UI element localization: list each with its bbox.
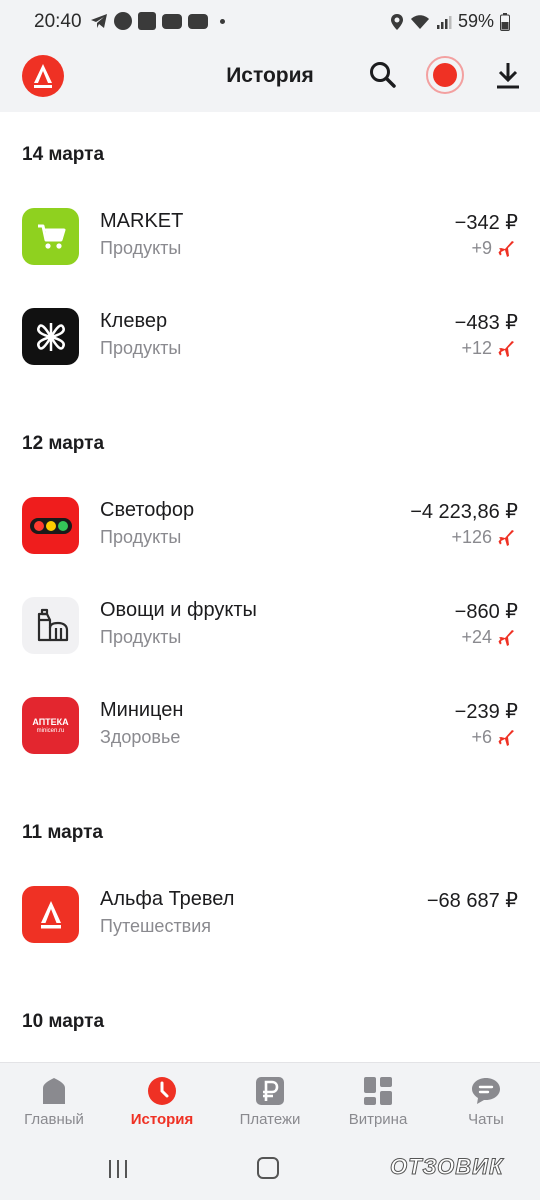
- date-header: 11 марта: [22, 822, 103, 843]
- transaction-row[interactable]: Светофор Продукты −4 223,86 ₽ +126: [0, 497, 540, 577]
- record-icon: [433, 63, 457, 87]
- showcase-icon: [364, 1077, 392, 1105]
- merchant-name: Овощи и фрукты: [100, 599, 257, 621]
- shield-notification-icon: [138, 12, 156, 30]
- more-notifications-dot: [220, 18, 225, 24]
- transaction-row[interactable]: Овощи и фрукты Продукты −860 ₽ +24: [0, 597, 540, 677]
- chat-icon: [472, 1078, 500, 1104]
- notification-icons: [90, 12, 225, 30]
- minicen-logo-text: АПТЕКА: [32, 716, 69, 727]
- date-header: 12 марта: [22, 433, 105, 454]
- bonus-miles: +24: [461, 627, 516, 648]
- system-navigation-bar: ОТЗОВИК: [0, 1140, 540, 1200]
- nav-item-payments[interactable]: Платежи: [216, 1063, 324, 1141]
- transaction-amount: −860 ₽: [454, 601, 518, 623]
- history-list[interactable]: 14 марта MARKET Продукты −342 ₽ +9 Клеве…: [0, 112, 540, 1062]
- svetofor-logo: [22, 497, 79, 554]
- plane-icon: [498, 529, 514, 546]
- transaction-amount: −342 ₽: [454, 212, 518, 234]
- minicen-logo-url: minicen.ru: [36, 727, 65, 734]
- youtube-icon-2: [188, 13, 208, 29]
- app-notification-icon: [114, 12, 132, 30]
- plane-icon: [498, 340, 514, 357]
- plane-icon: [498, 629, 514, 646]
- nav-label: Главный: [24, 1111, 84, 1128]
- bonus-miles: +126: [451, 527, 516, 548]
- nav-label: Витрина: [348, 1111, 408, 1128]
- transaction-row[interactable]: АПТЕКА minicen.ru Миницен Здоровье −239 …: [0, 697, 540, 777]
- grocery-icon: [37, 608, 68, 641]
- merchant-name: Миницен: [100, 699, 184, 721]
- status-bar: 20:40 59%: [0, 0, 540, 44]
- signal-icon: [436, 15, 452, 29]
- record-button[interactable]: [426, 56, 464, 94]
- transaction-row[interactable]: Клевер Продукты −483 ₽ +12: [0, 308, 540, 388]
- nav-item-chats[interactable]: Чаты: [432, 1063, 540, 1141]
- merchant-name: MARKET: [100, 210, 184, 232]
- home-system-button[interactable]: [257, 1157, 279, 1179]
- transaction-category: Продукты: [100, 238, 182, 258]
- alfa-logo-icon: [40, 900, 61, 928]
- klever-logo: [22, 308, 79, 365]
- merchant-name: Светофор: [100, 499, 195, 521]
- alfa-travel-logo: [22, 886, 79, 943]
- plane-icon: [498, 240, 514, 257]
- traffic-light-icon: [29, 517, 72, 534]
- merchant-name: Клевер: [100, 310, 168, 332]
- bonus-value: +24: [461, 627, 492, 647]
- battery-icon: [500, 12, 510, 31]
- transaction-category: Путешествия: [100, 916, 212, 936]
- plane-icon: [498, 729, 514, 746]
- home-icon: [43, 1078, 65, 1104]
- recent-apps-icon[interactable]: [106, 1158, 130, 1180]
- clock-icon: [148, 1077, 176, 1105]
- transaction-amount: −4 223,86 ₽: [410, 501, 518, 523]
- download-button[interactable]: [494, 60, 522, 90]
- youtube-icon: [162, 13, 182, 29]
- otzovik-watermark: ОТЗОВИК: [390, 1154, 504, 1180]
- nav-label: Платежи: [239, 1111, 301, 1128]
- nav-label: Чаты: [468, 1111, 504, 1128]
- ruble-icon: [256, 1077, 284, 1105]
- transaction-amount: −68 687 ₽: [426, 890, 518, 912]
- top-app-bar: История: [0, 44, 540, 112]
- nav-label: История: [130, 1111, 194, 1128]
- cart-icon: [37, 224, 65, 249]
- telegram-icon: [90, 12, 108, 30]
- download-icon: [497, 63, 519, 89]
- transaction-category: Продукты: [100, 338, 182, 358]
- bonus-value: +12: [461, 338, 492, 358]
- status-right: 59%: [390, 11, 510, 32]
- grocery-category-logo: [22, 597, 79, 654]
- battery-percent: 59%: [457, 11, 494, 31]
- date-header: 14 марта: [22, 144, 105, 165]
- wifi-icon: [410, 14, 429, 29]
- transaction-category: Здоровье: [100, 727, 181, 747]
- transaction-category: Продукты: [100, 627, 182, 647]
- bonus-value: +126: [451, 527, 492, 547]
- bonus-value: +9: [471, 238, 492, 258]
- nav-item-showcase[interactable]: Витрина: [324, 1063, 432, 1141]
- transaction-row[interactable]: MARKET Продукты −342 ₽ +9: [0, 208, 540, 288]
- bonus-miles: +12: [461, 338, 516, 359]
- search-button[interactable]: [368, 60, 398, 90]
- bonus-miles: +9: [471, 238, 516, 259]
- merchant-name: Альфа Тревел: [100, 888, 235, 910]
- transaction-row[interactable]: Альфа Тревел Путешествия −68 687 ₽: [0, 886, 540, 966]
- date-header: 10 марта: [22, 1011, 105, 1032]
- status-time: 20:40: [34, 11, 82, 32]
- bottom-navigation: Главный История Платежи Витрина Чаты: [0, 1062, 540, 1140]
- bonus-value: +6: [471, 727, 492, 747]
- search-icon: [370, 62, 396, 88]
- location-icon: [390, 13, 403, 30]
- transaction-amount: −483 ₽: [454, 312, 518, 334]
- nav-item-main[interactable]: Главный: [0, 1063, 108, 1141]
- nav-item-history[interactable]: История: [108, 1063, 216, 1141]
- clover-icon: [36, 322, 65, 351]
- market-logo: [22, 208, 79, 265]
- transaction-category: Продукты: [100, 527, 182, 547]
- bonus-miles: +6: [471, 727, 516, 748]
- minicen-logo: АПТЕКА minicen.ru: [22, 697, 79, 754]
- transaction-amount: −239 ₽: [454, 701, 518, 723]
